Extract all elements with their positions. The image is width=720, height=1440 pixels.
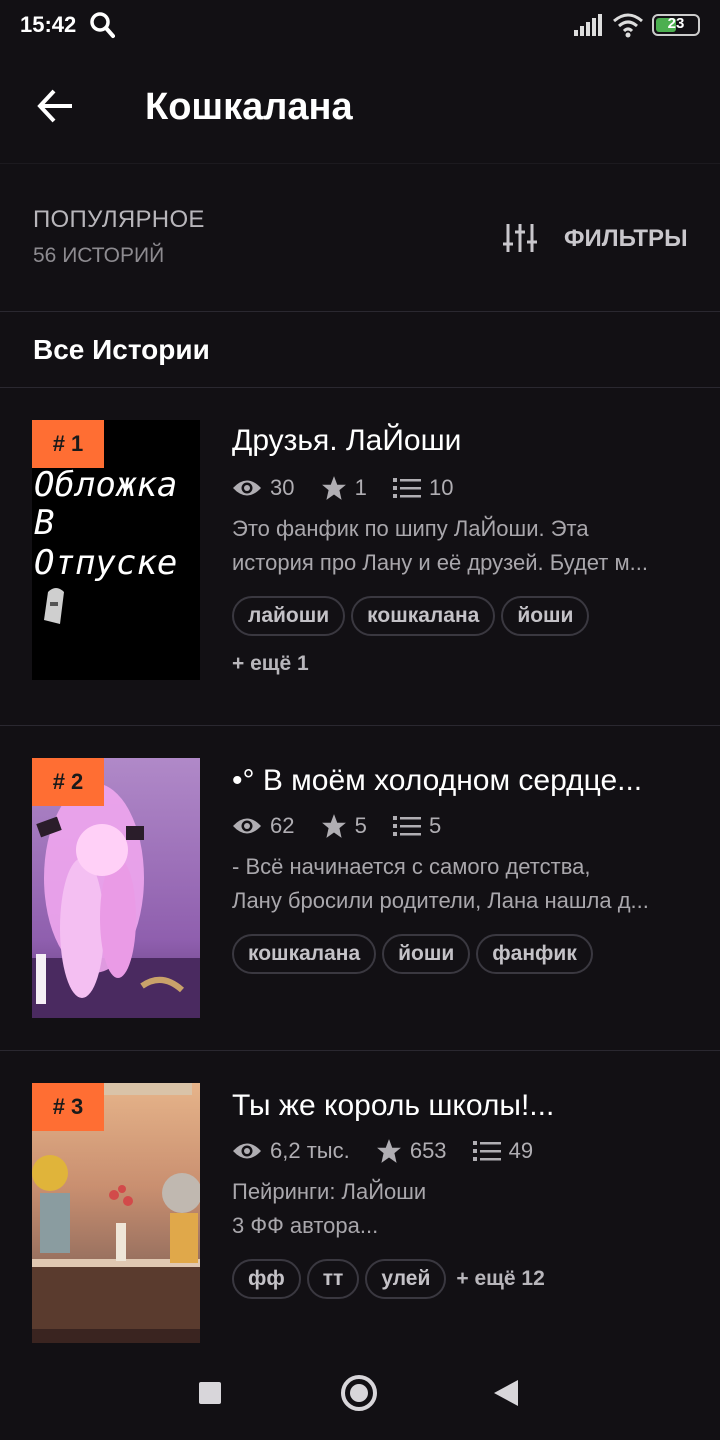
wifi-icon: [613, 13, 643, 38]
list-icon: [392, 816, 421, 837]
system-nav-bar: [0, 1344, 720, 1440]
app-bar: Кошкалана: [0, 52, 720, 164]
star-icon: [321, 476, 346, 501]
stars-count: 653: [409, 1138, 447, 1164]
more-tags[interactable]: + ещё 1: [232, 652, 309, 676]
story-cover[interactable]: Обложка В Отпуске # 1: [32, 420, 200, 680]
tag-chip[interactable]: тт: [306, 1259, 360, 1299]
parts-count: 5: [428, 813, 442, 839]
eye-icon: [233, 818, 261, 834]
tag-chip[interactable]: лайоши: [232, 596, 346, 636]
sort-selector[interactable]: ПОПУЛЯРНОЕ: [33, 206, 205, 234]
battery-level: 23: [667, 15, 685, 32]
description-line: история про Лану и её друзей. Будет м...: [232, 550, 648, 575]
tag-list: лайоши кошкалана йоши: [232, 596, 595, 636]
parts-count: 10: [428, 475, 454, 501]
story-description: Пейринги: ЛаЙоши 3 ФФ автора...: [232, 1175, 692, 1243]
story-cover[interactable]: # 2: [32, 758, 200, 1018]
star-icon: [376, 1139, 401, 1164]
eye-icon: [233, 1143, 261, 1159]
rank-badge: # 3: [32, 1083, 104, 1131]
story-description: - Всё начинается с самого детства, Лану …: [232, 850, 692, 918]
tag-chip[interactable]: йоши: [382, 934, 471, 974]
story-card[interactable]: # 3 Ты же король школы!... 6,2 тыс. 653 …: [0, 1051, 720, 1344]
story-card[interactable]: Обложка В Отпуске # 1 Друзья. ЛаЙоши 30 …: [0, 388, 720, 726]
story-card[interactable]: # 2 •° В моём холодном сердце... 62 5 5 …: [0, 726, 720, 1051]
rank-badge: # 1: [32, 420, 104, 468]
more-tags[interactable]: + ещё 12: [456, 1267, 544, 1291]
recent-apps-icon[interactable]: [199, 1382, 221, 1404]
tag-list: фф тт улей + ещё 12: [232, 1259, 545, 1299]
tag-chip[interactable]: фанфик: [476, 934, 593, 974]
sort-row: ПОПУЛЯРНОЕ 56 ИСТОРИЙ ФИЛЬТРЫ: [0, 164, 720, 312]
list-icon: [392, 478, 421, 499]
filters-button[interactable]: ФИЛЬТРЫ: [564, 225, 688, 253]
stars-count: 5: [354, 813, 367, 839]
story-count: 56 ИСТОРИЙ: [33, 244, 165, 267]
tag-chip[interactable]: фф: [232, 1259, 301, 1299]
section-title: Все Истории: [33, 334, 210, 365]
story-title[interactable]: Ты же король школы!...: [232, 1089, 554, 1123]
views-count: 62: [270, 813, 295, 839]
description-line: 3 ФФ автора...: [232, 1213, 379, 1238]
status-time: 15:42: [20, 12, 77, 37]
tag-chip[interactable]: улей: [365, 1259, 447, 1299]
description-line: Лану бросили родители, Лана нашла д...: [232, 888, 649, 913]
status-bar: 15:42 23: [0, 0, 720, 52]
tag-list: кошкалана йоши фанфик: [232, 934, 599, 974]
signal-icon: [574, 14, 602, 36]
story-title[interactable]: •° В моём холодном сердце...: [232, 764, 642, 798]
search-icon: [90, 12, 115, 38]
story-stats: 30 1 10: [232, 474, 473, 504]
battery-icon: 23: [652, 14, 700, 36]
description-line: Пейринги: ЛаЙоши: [232, 1179, 427, 1204]
story-description: Это фанфик по шипу ЛаЙоши. Эта история п…: [232, 512, 692, 580]
stars-count: 1: [354, 475, 367, 501]
parts-count: 49: [508, 1138, 534, 1164]
cover-text-line: В: [34, 503, 54, 543]
cover-text-line: Обложка: [34, 465, 177, 505]
star-icon: [321, 814, 346, 839]
tag-chip[interactable]: кошкалана: [351, 596, 496, 636]
description-line: - Всё начинается с самого детства,: [232, 854, 591, 879]
filter-sliders-icon[interactable]: [503, 222, 537, 254]
rank-badge: # 2: [32, 758, 104, 806]
story-cover[interactable]: # 3: [32, 1083, 200, 1343]
cover-text-line: Отпуске: [34, 543, 177, 583]
story-stats: 6,2 тыс. 653 49: [232, 1137, 553, 1167]
eye-icon: [233, 480, 261, 496]
list-icon: [472, 1141, 501, 1162]
back-arrow-icon[interactable]: [36, 86, 76, 126]
home-icon[interactable]: [341, 1375, 377, 1411]
story-title[interactable]: Друзья. ЛаЙоши: [232, 424, 461, 458]
description-line: Это фанфик по шипу ЛаЙоши. Эта: [232, 516, 589, 541]
page-title: Кошкалана: [145, 86, 353, 128]
story-stats: 62 5 5: [232, 812, 461, 842]
views-count: 30: [270, 475, 295, 501]
tag-chip[interactable]: кошкалана: [232, 934, 377, 974]
views-count: 6,2 тыс.: [270, 1138, 350, 1164]
back-icon[interactable]: [494, 1380, 518, 1406]
tag-chip[interactable]: йоши: [501, 596, 590, 636]
